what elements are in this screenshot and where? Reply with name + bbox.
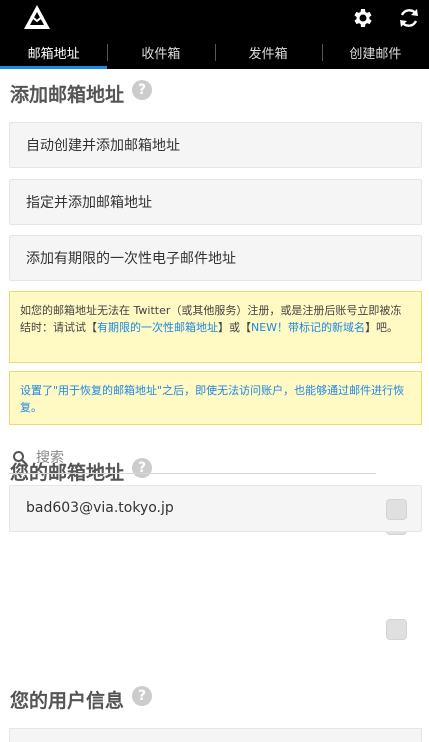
bulk-action-checkbox[interactable] [386,619,407,640]
recovery-address-link[interactable]: 设置了"用于恢复的邮箱地址"之后，即使无法访问账户，也能够通过邮件进行恢复。 [20,384,404,414]
tab-addresses[interactable]: 邮箱地址 [0,36,108,69]
tab-outbox[interactable]: 发件箱 [214,36,322,69]
notice-text-2: 】或【 [218,321,251,334]
recovery-notice: 设置了"用于恢复的邮箱地址"之后，即使无法访问账户，也能够通过邮件进行恢复。 [9,371,422,425]
specify-address-button[interactable]: 指定并添加邮箱地址 [9,179,422,225]
help-icon[interactable]: ? [132,79,153,100]
search-input[interactable] [36,449,356,466]
add-address-section-title: 添加邮箱地址 ? [10,79,153,107]
user-info-title-text: 您的用户信息 [10,690,125,712]
refresh-icon[interactable] [397,6,421,30]
address-checkbox[interactable] [386,499,407,520]
search-icon [13,450,28,465]
auto-create-address-button[interactable]: 自动创建并添加邮箱地址 [9,122,422,168]
user-info-section-title: 您的用户信息 ? [10,685,153,713]
add-temporary-address-button[interactable]: 添加有期限的一次性电子邮件地址 [9,235,422,281]
address-search [9,442,376,474]
triangle-mail-logo-icon[interactable] [22,3,52,33]
address-text: bad603@via.tokyo.jp [26,500,174,516]
help-icon[interactable]: ? [132,685,153,706]
new-domain-link[interactable]: NEW！带标记的新域名 [251,321,365,334]
tab-bar: 邮箱地址 收件箱 发件箱 创建邮件 [0,36,429,69]
add-address-title-text: 添加邮箱地址 [10,84,125,106]
gear-icon[interactable] [351,6,375,30]
temporary-address-link[interactable]: 有期限的一次性邮箱地址 [97,321,218,334]
twitter-notice: 如您的邮箱地址无法在 Twitter（或其他服务）注册，或是注册后账号立即被冻结… [9,291,422,363]
address-list-item[interactable]: bad603@via.tokyo.jp [9,485,422,532]
notice-text-3: 】吧。 [365,321,399,334]
tab-compose[interactable]: 创建邮件 [321,36,429,69]
tab-inbox[interactable]: 收件箱 [107,36,214,69]
user-info-row [9,728,422,742]
top-bar: 邮箱地址 收件箱 发件箱 创建邮件 [0,0,429,69]
